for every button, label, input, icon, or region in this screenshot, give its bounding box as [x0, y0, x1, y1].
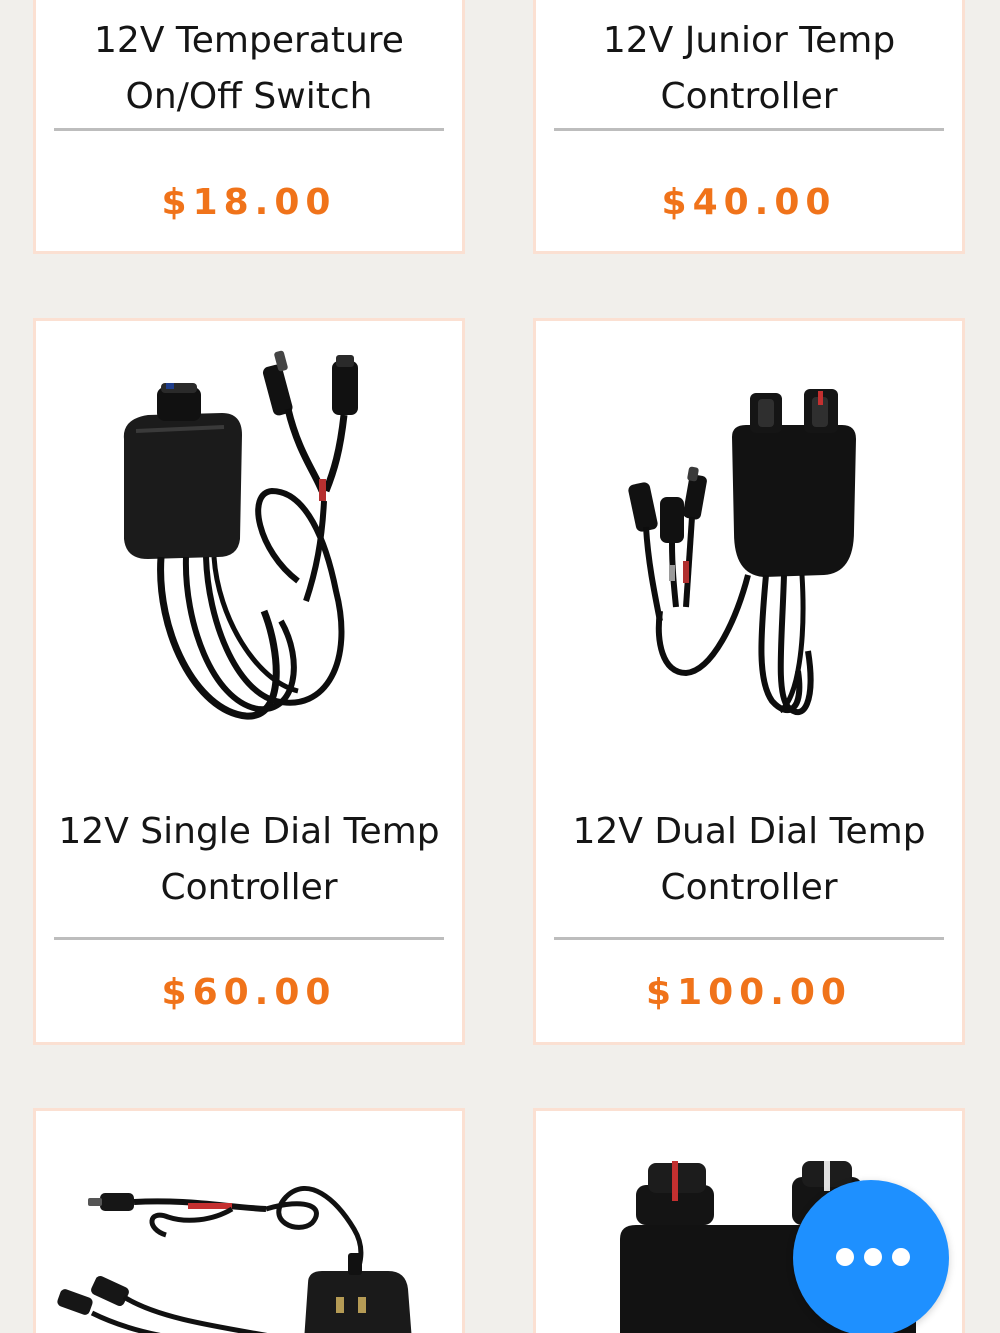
card-divider — [54, 937, 444, 940]
more-dots-icon — [836, 1248, 910, 1266]
card-divider — [554, 937, 944, 940]
product-card-junior-temp-controller[interactable]: 12V Junior Temp Controller $40.00 — [533, 0, 965, 254]
product-title-line-2: Controller — [660, 867, 838, 908]
product-price: $60.00 — [161, 972, 337, 1013]
product-title-line-1: 12V Dual Dial Temp — [572, 811, 926, 852]
product-image-dual-dial-controller[interactable] — [536, 321, 962, 781]
product-title[interactable]: 12V Junior Temp Controller — [556, 13, 942, 125]
product-title-line-2: On/Off Switch — [125, 76, 373, 117]
product-card-dual-dial-controller[interactable]: 12V Dual Dial Temp Controller $100.00 — [533, 318, 965, 1045]
product-title-line-2: Controller — [660, 76, 838, 117]
product-title-line-1: 12V Temperature — [94, 20, 404, 61]
product-image-single-dial-controller[interactable] — [36, 321, 462, 781]
product-price: $40.00 — [661, 182, 837, 223]
product-title[interactable]: 12V Dual Dial Temp Controller — [556, 804, 942, 916]
product-title[interactable]: 12V Temperature On/Off Switch — [56, 13, 442, 125]
product-card-power-adapter[interactable] — [33, 1108, 465, 1333]
card-divider — [554, 128, 944, 131]
product-card-temperature-switch[interactable]: 12V Temperature On/Off Switch $18.00 — [33, 0, 465, 254]
product-title-line-1: 12V Single Dial Temp — [58, 811, 440, 852]
card-divider — [54, 128, 444, 131]
product-price: $100.00 — [646, 972, 852, 1013]
product-card-single-dial-controller[interactable]: 12V Single Dial Temp Controller $60.00 — [33, 318, 465, 1045]
product-grid-page: 12V Temperature On/Off Switch $18.00 12V… — [0, 0, 1000, 1333]
product-title-line-1: 12V Junior Temp — [602, 20, 896, 61]
product-title-line-2: Controller — [160, 867, 338, 908]
product-price: $18.00 — [161, 182, 337, 223]
chat-button[interactable] — [793, 1180, 949, 1333]
product-image-power-adapter[interactable] — [36, 1111, 462, 1333]
product-title[interactable]: 12V Single Dial Temp Controller — [56, 804, 442, 916]
